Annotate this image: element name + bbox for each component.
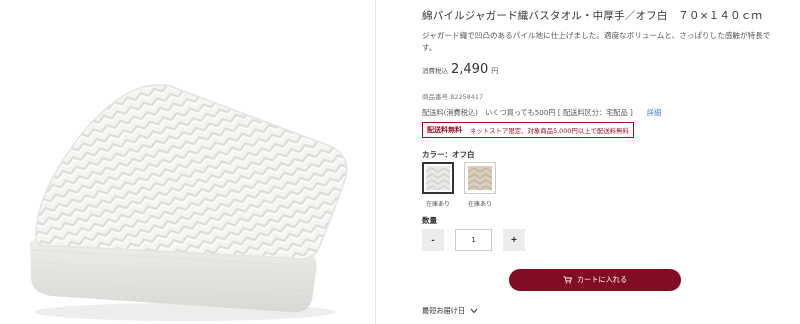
product-image (0, 0, 374, 324)
free-shipping-badge: 配送料無料 (427, 126, 462, 134)
free-shipping-note: ネットストア限定、対象商品5,000円以上で配送料無料 (470, 126, 629, 135)
product-number-label: 商品番号 (422, 93, 448, 101)
add-to-cart-button[interactable]: カートに入れる (509, 269, 681, 291)
free-shipping-notice: 配送料無料 ネットストア限定、対象商品5,000円以上で配送料無料 (422, 122, 634, 138)
product-title: 綿パイルジャガード織バスタオル・中厚手／オフ白 ７０×１４０ｃｍ (422, 10, 763, 22)
add-to-cart-label: カートに入れる (576, 275, 628, 284)
color-swatch-offwhite[interactable] (422, 162, 454, 194)
shipping-detail-link[interactable]: 詳細 (647, 108, 661, 118)
shipping-text: 配送料(消費税込) いくつ買っても500円 [ 配送料区分：宅配品 ] (422, 108, 633, 117)
pane-divider (375, 0, 376, 324)
quantity-decrease-button[interactable]: - (422, 229, 444, 251)
product-number-value: 82258417 (450, 93, 484, 101)
offwhite-swatch-image (426, 166, 450, 190)
earliest-delivery-toggle[interactable]: 最短お届け日 (422, 306, 478, 316)
price-value: 2,490 (451, 62, 489, 77)
chevron-down-icon (470, 308, 478, 314)
beige-swatch-image (468, 166, 492, 190)
product-number: 商品番号 82258417 (422, 91, 483, 101)
earliest-delivery-label: 最短お届け日 (422, 306, 466, 315)
quantity-input[interactable] (455, 229, 492, 251)
towel-image (30, 84, 348, 321)
swatch-stock-beige: 在庫あり (467, 201, 492, 208)
price-unit: 円 (491, 67, 499, 75)
quantity-label: 数量 (422, 216, 437, 225)
product-description: ジャガード織で凹凸のあるパイル地に仕上げました。適度なボリュームと、さっぱりした… (422, 31, 771, 52)
price-row: 消費税込 2,490 円 (422, 62, 498, 77)
price-tax-label: 消費税込 (422, 67, 448, 75)
color-label: カラー：オフ白 (422, 150, 475, 159)
swatch-stock-offwhite: 在庫あり (425, 201, 450, 208)
shipping-row: 配送料(消費税込) いくつ買っても500円 [ 配送料区分：宅配品 ] 詳細 (422, 108, 661, 118)
cart-icon (563, 276, 572, 284)
color-swatch-beige[interactable] (464, 162, 496, 194)
quantity-increase-button[interactable]: + (503, 229, 525, 251)
